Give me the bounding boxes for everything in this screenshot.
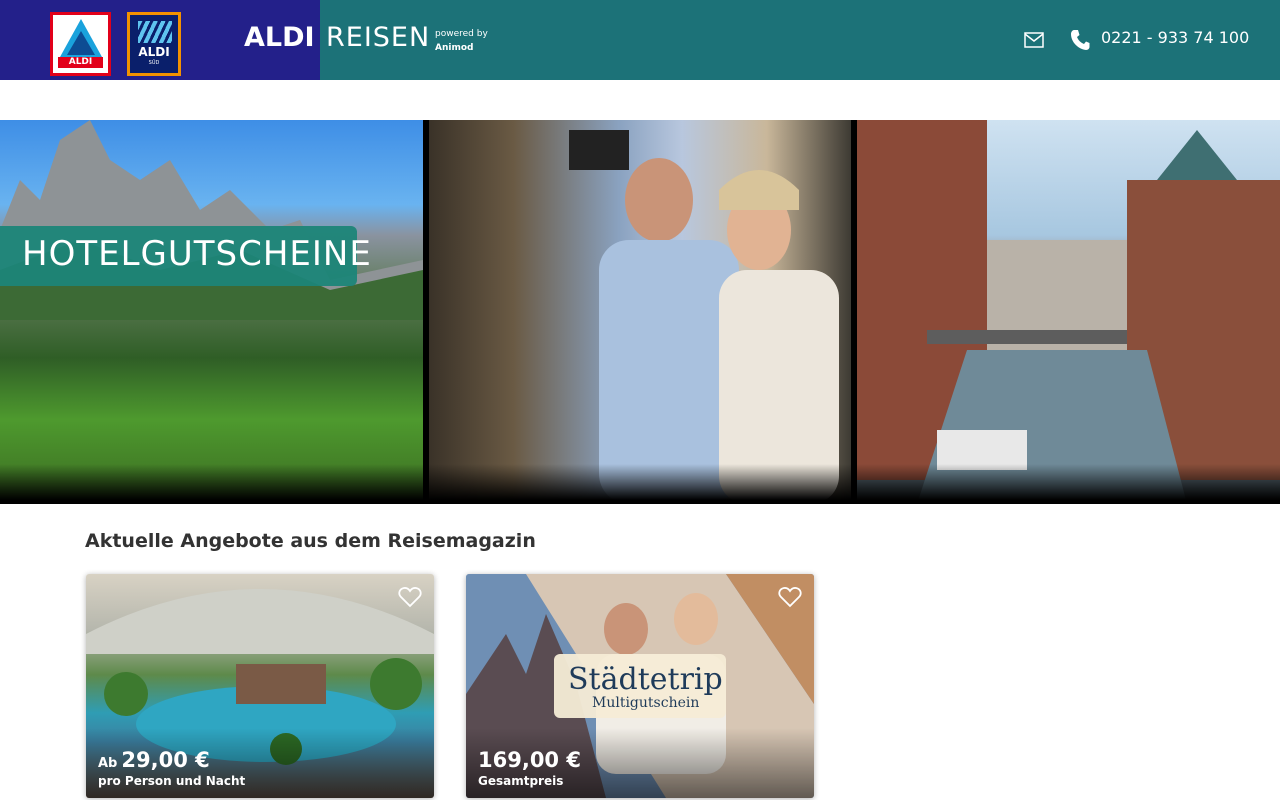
mail-icon[interactable] [1024, 32, 1044, 48]
offer-price-value: 169,00 € [478, 748, 581, 772]
hero-bottom-shade [0, 464, 1280, 504]
section-title: Aktuelle Angebote aus dem Reisemagazin [85, 530, 536, 552]
offer-card-2[interactable]: Städtetrip Multigutschein 169,00 € Gesam… [466, 574, 814, 798]
hero-banner[interactable]: HOTELGUTSCHEINE [0, 120, 1280, 504]
offer-price: 169,00 € [478, 748, 581, 772]
aldi-sued-stripes-icon [138, 21, 172, 43]
hero-panel-couple[interactable] [429, 120, 851, 504]
hero-panel-city[interactable] [857, 120, 1280, 504]
mountain-landscape-image [0, 120, 423, 320]
powered-by-label: powered by [435, 29, 488, 39]
hotelgutscheine-label: HOTELGUTSCHEINE [22, 234, 372, 274]
favorite-heart-icon[interactable] [778, 586, 802, 608]
offer-price: Ab 29,00 € [98, 748, 210, 772]
brand-primary[interactable]: ALDI [244, 22, 315, 53]
aldi-nord-logo-label: ALDI [58, 57, 103, 68]
powered-by-company: Animod [435, 43, 474, 53]
city-canal-image [857, 120, 1280, 504]
favorite-heart-icon[interactable] [398, 586, 422, 608]
offer-price-prefix: Ab [98, 756, 118, 771]
aldi-sued-logo-sub: SÜD [148, 60, 160, 66]
offer-card-1[interactable]: Ab 29,00 € pro Person und Nacht [86, 574, 434, 798]
aldi-nord-inner-triangle-icon [67, 31, 95, 55]
offer-price-note: Gesamtpreis [478, 774, 564, 788]
couple-selfie-image [569, 130, 839, 504]
brand-secondary[interactable]: REISEN [326, 22, 430, 53]
powered-by: powered by Animod [435, 27, 488, 55]
aldi-sued-logo[interactable]: ALDI SÜD [127, 12, 181, 76]
offer-price-note: pro Person und Nacht [98, 774, 246, 788]
phone-icon[interactable] [1070, 29, 1090, 51]
offer-price-value: 29,00 € [121, 748, 210, 772]
staedtetrip-subtitle: Multigutschein [592, 695, 700, 711]
aldi-sued-logo-label: ALDI [138, 45, 170, 59]
staedtetrip-title: Städtetrip [568, 662, 723, 697]
aldi-nord-logo[interactable]: ALDI [50, 12, 111, 76]
hero-panel-hotelgutscheine[interactable]: HOTELGUTSCHEINE [0, 120, 423, 504]
phone-number[interactable]: 0221 - 933 74 100 [1101, 28, 1249, 47]
site-header: ALDI ALDI SÜD ALDI REISEN powered by Ani… [0, 0, 1280, 80]
